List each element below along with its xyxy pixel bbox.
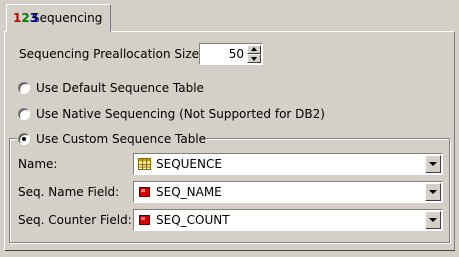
tab-sequencing[interactable]: 123 Sequencing [6,4,111,32]
table-icon [138,158,151,170]
chevron-down-icon [429,162,437,166]
arrow-up-icon [251,47,257,51]
seq-name-field-value: SEQ_NAME [156,185,222,199]
field-icon [139,187,150,197]
sequence-123-icon: 123 [13,11,39,25]
field-icon [139,215,150,225]
seq-counter-field-value: SEQ_COUNT [156,213,230,227]
spinner-up-button[interactable] [247,45,261,54]
seq-counter-field-label: Seq. Counter Field: [18,213,132,227]
arrow-down-icon [251,57,257,61]
radio-native-sequencing-label[interactable]: Use Native Sequencing (Not Supported for… [36,106,325,122]
name-value: SEQUENCE [156,157,222,171]
radio-default-sequence-table-label[interactable]: Use Default Sequence Table [36,80,204,96]
radio-native-sequencing[interactable] [18,108,30,120]
panel-shadow [5,250,455,251]
preallocation-size-label: Sequencing Preallocation Size: [19,47,204,61]
chevron-down-icon [429,218,437,222]
tab-label: Sequencing [32,11,103,25]
seq-counter-field-combobox[interactable]: SEQ_COUNT [133,209,443,231]
seq-name-field-combobox[interactable]: SEQ_NAME [133,181,443,203]
radio-default-sequence-table[interactable] [18,82,30,94]
radio-custom-sequence-table-label[interactable]: Use Custom Sequence Table [36,131,206,147]
radio-custom-sequence-table[interactable] [18,133,30,145]
name-label: Name: [18,157,58,171]
seq-name-field-dropdown-button[interactable] [425,183,441,201]
spinner-down-button[interactable] [247,54,261,63]
seq-counter-field-dropdown-button[interactable] [425,211,441,229]
chevron-down-icon [429,190,437,194]
radio-selected-dot [22,137,26,141]
name-combobox[interactable]: SEQUENCE [133,153,443,175]
seq-name-field-label: Seq. Name Field: [18,185,120,199]
name-dropdown-button[interactable] [425,155,441,173]
preallocation-size-value[interactable]: 50 [229,46,244,62]
preallocation-size-spinner[interactable]: 50 [199,43,263,65]
